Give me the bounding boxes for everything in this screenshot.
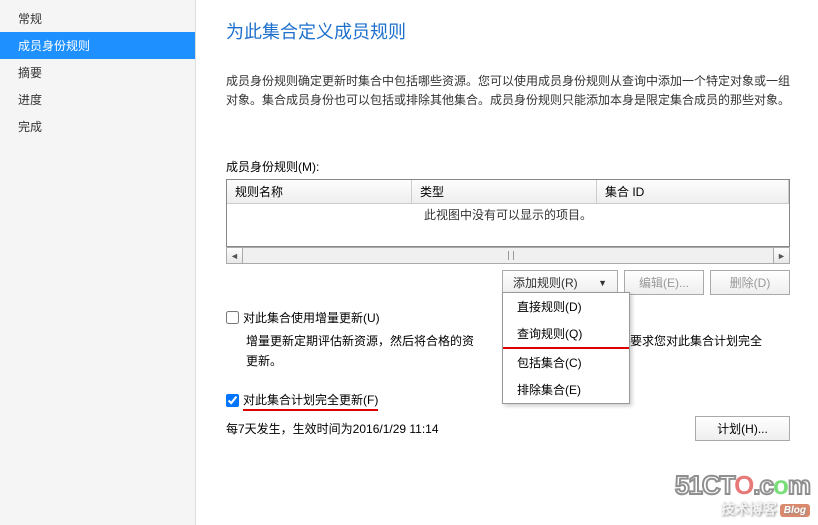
schedule-text: 每7天发生，生效时间为2016/1/29 11:14 xyxy=(226,420,695,437)
full-update-checkbox[interactable] xyxy=(226,394,239,407)
empty-rows-text: 此视图中没有可以显示的项目。 xyxy=(424,206,592,223)
edit-button[interactable]: 编辑(E)... xyxy=(624,270,704,295)
incremental-update-checkbox[interactable] xyxy=(226,311,239,324)
delete-button[interactable]: 删除(D) xyxy=(710,270,790,295)
page-description: 成员身份规则确定更新时集合中包括哪些资源。您可以使用成员身份规则从查询中添加一个… xyxy=(226,72,790,110)
table-header-collection-id[interactable]: 集合 ID xyxy=(597,180,789,203)
full-update-label[interactable]: 对此集合计划完全更新(F) xyxy=(243,391,378,411)
scroll-track[interactable] xyxy=(243,247,773,264)
dropdown-include-collection[interactable]: 包括集合(C) xyxy=(503,349,629,376)
scroll-left-button[interactable]: ◄ xyxy=(226,247,243,264)
table-header-name[interactable]: 规则名称 xyxy=(227,180,412,203)
rules-label: 成员身份规则(M): xyxy=(226,158,790,175)
sidebar-item-general[interactable]: 常规 xyxy=(0,5,195,32)
dropdown-exclude-collection[interactable]: 排除集合(E) xyxy=(503,376,629,403)
sidebar-item-summary[interactable]: 摘要 xyxy=(0,59,195,86)
scroll-right-button[interactable]: ► xyxy=(773,247,790,264)
dropdown-query-rule[interactable]: 查询规则(Q) xyxy=(503,320,629,349)
plan-button[interactable]: 计划(H)... xyxy=(695,416,790,441)
main-panel: 为此集合定义成员规则 成员身份规则确定更新时集合中包括哪些资源。您可以使用成员身… xyxy=(196,0,818,525)
sidebar-item-membership-rules[interactable]: 成员身份规则 xyxy=(0,32,195,59)
sidebar-item-progress[interactable]: 进度 xyxy=(0,86,195,113)
table-header-type[interactable]: 类型 xyxy=(412,180,597,203)
horizontal-scrollbar[interactable]: ◄ ► xyxy=(226,247,790,264)
rules-table: 规则名称 类型 集合 ID 此视图中没有可以显示的项目。 xyxy=(226,179,790,247)
caret-down-icon: ▼ xyxy=(598,278,607,288)
sidebar-item-completion[interactable]: 完成 xyxy=(0,113,195,140)
scroll-thumb[interactable] xyxy=(508,251,514,260)
incremental-update-label[interactable]: 对此集合使用增量更新(U) xyxy=(243,309,380,326)
table-body: 此视图中没有可以显示的项目。 xyxy=(227,204,789,246)
add-rule-dropdown: 直接规则(D) 查询规则(Q) 包括集合(C) 排除集合(E) xyxy=(502,292,630,404)
page-title: 为此集合定义成员规则 xyxy=(226,18,790,44)
add-rule-label: 添加规则(R) xyxy=(513,274,578,291)
table-header: 规则名称 类型 集合 ID xyxy=(227,180,789,204)
wizard-sidebar: 常规 成员身份规则 摘要 进度 完成 xyxy=(0,0,196,525)
dropdown-direct-rule[interactable]: 直接规则(D) xyxy=(503,293,629,320)
